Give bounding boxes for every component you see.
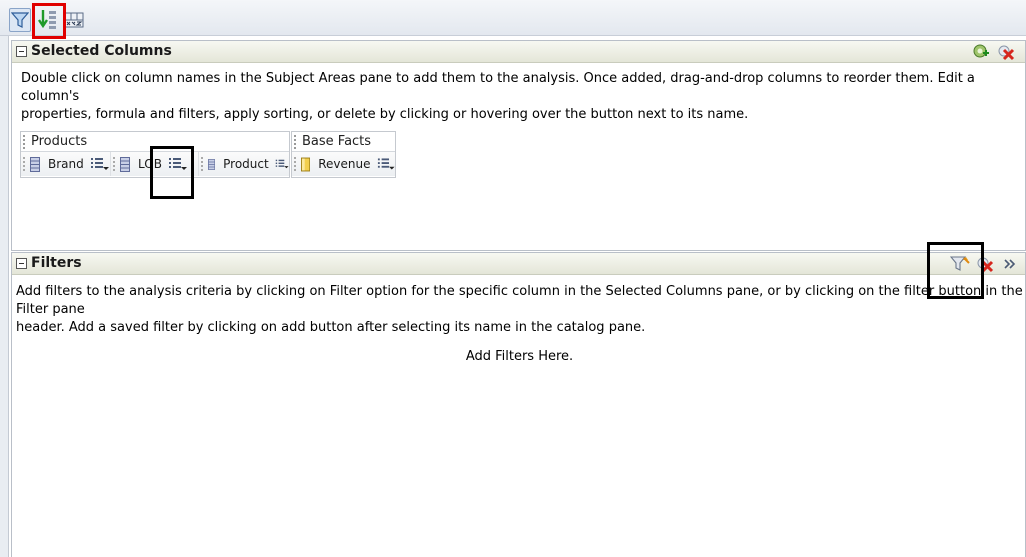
- add-filter-callout-highlight: [927, 242, 984, 299]
- sort-callout-highlight: [32, 3, 66, 39]
- column-brand[interactable]: Brand: [21, 152, 111, 176]
- description-line-1: Double click on column names in the Subj…: [21, 71, 975, 104]
- filters-title: Filters: [31, 255, 82, 271]
- xyz-icon: [64, 12, 84, 28]
- filters-toggle-button[interactable]: [9, 8, 31, 32]
- column-name: Brand: [48, 157, 84, 171]
- attribute-column-icon: [120, 156, 130, 172]
- column-options-icon[interactable]: [90, 156, 110, 172]
- add-filters-placeholder: Add Filters Here.: [465, 349, 574, 364]
- column-row: Revenue: [292, 152, 395, 176]
- add-column-icon[interactable]: [972, 43, 990, 61]
- selected-columns-description: Double click on column names in the Subj…: [21, 70, 1025, 124]
- filters-header: Filters: [12, 253, 1025, 275]
- description-line-2: properties, formula and filters, apply s…: [21, 107, 749, 122]
- column-options-callout-highlight: [150, 146, 194, 199]
- column-name: Revenue: [318, 157, 371, 171]
- selected-columns-header: Selected Columns: [12, 41, 1025, 63]
- column-options-icon[interactable]: [275, 156, 289, 172]
- filters-description: Add filters to the analysis criteria by …: [16, 283, 1025, 337]
- attribute-column-icon: [208, 158, 216, 170]
- description-line-1: Add filters to the analysis criteria by …: [16, 284, 1023, 317]
- xyz-button[interactable]: [63, 8, 85, 32]
- attribute-column-icon: [30, 156, 40, 172]
- measure-column-icon: [301, 157, 311, 171]
- filter-icon: [11, 12, 29, 28]
- collapse-icon[interactable]: [16, 258, 27, 269]
- column-product[interactable]: Product: [199, 152, 289, 176]
- selected-columns-title: Selected Columns: [31, 43, 172, 59]
- description-line-2: header. Add a saved filter by clicking o…: [16, 320, 646, 335]
- criteria-toolbar: [0, 0, 1026, 36]
- expand-icon[interactable]: [1003, 255, 1021, 273]
- left-rail: [0, 36, 9, 557]
- remove-all-icon[interactable]: [997, 43, 1015, 61]
- column-options-icon[interactable]: [377, 156, 395, 172]
- column-revenue[interactable]: Revenue: [292, 152, 395, 176]
- column-name: Product: [223, 157, 269, 171]
- filters-pane: Filters Add filters to the analysis crit…: [11, 252, 1026, 557]
- group-title: Base Facts: [292, 132, 395, 152]
- collapse-icon[interactable]: [16, 46, 27, 57]
- column-group-base-facts: Base Facts Revenue: [291, 131, 396, 178]
